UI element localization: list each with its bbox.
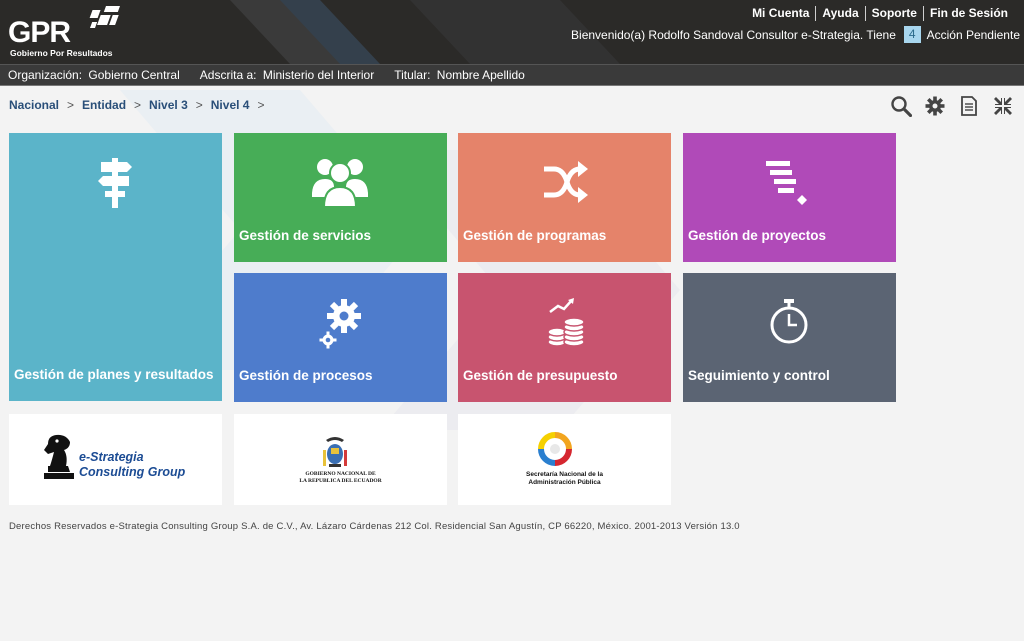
tile-planes[interactable]: Gestión de planes y resultados <box>9 133 222 401</box>
pending-count-badge[interactable]: 4 <box>903 26 921 43</box>
tile-label: Seguimiento y control <box>688 368 830 383</box>
document-icon[interactable] <box>958 95 980 117</box>
adscrita-value: Ministerio del Interior <box>262 68 375 82</box>
search-icon[interactable] <box>890 95 912 117</box>
estrategia-line2: Consulting Group <box>79 465 186 479</box>
estrategia-logo-tile[interactable]: e-Strategia Consulting Group <box>9 414 222 505</box>
toolbar <box>890 95 1014 117</box>
ecuador-government-logo-tile[interactable]: GOBIERNO NACIONAL DE LA REPUBLICA DEL EC… <box>234 414 447 505</box>
org-info: Organización: Gobierno Central <box>8 68 180 82</box>
welcome-text: Bienvenido(a) Rodolfo Sandoval Consultor… <box>571 27 896 42</box>
breadcrumb-nivel4[interactable]: Nivel 4 <box>211 98 250 112</box>
adscrita-label: Adscrita a: <box>199 68 257 82</box>
tile-procesos[interactable]: Gestión de procesos <box>234 273 447 402</box>
tile-label: Gestión de procesos <box>239 368 373 383</box>
titular-label: Titular: <box>394 68 431 82</box>
titular-info: Titular: Nombre Apellido <box>394 68 525 82</box>
estrategia-line1: e-Strategia <box>79 450 144 464</box>
app-header: GPR Gobierno Por Resultados Mi Cuenta Ay… <box>0 0 1024 64</box>
gpr-logo[interactable]: GPR Gobierno Por Resultados <box>8 6 128 58</box>
breadcrumb-separator: > <box>195 98 203 112</box>
breadcrumb-nacional[interactable]: Nacional <box>9 98 59 112</box>
logo-mark-icon <box>89 6 120 28</box>
tile-label: Gestión de planes y resultados <box>14 367 214 382</box>
tile-servicios[interactable]: Gestión de servicios <box>234 133 447 262</box>
logout-link[interactable]: Fin de Sesión <box>922 6 1014 21</box>
signpost-icon <box>98 158 132 208</box>
support-link[interactable]: Soporte <box>864 6 923 21</box>
breadcrumb-entidad[interactable]: Entidad <box>82 98 126 112</box>
chess-knight-icon <box>44 434 74 479</box>
org-label: Organización: <box>8 68 83 82</box>
secretaria-ring-icon <box>538 432 572 466</box>
adscrita-info: Adscrita a: Ministerio del Interior <box>200 68 374 82</box>
logo-subtitle: Gobierno Por Resultados <box>10 48 113 58</box>
footer-copyright: Derechos Reservados e-Strategia Consulti… <box>9 521 740 532</box>
shuffle-icon <box>544 161 588 203</box>
tile-seguimiento[interactable]: Seguimiento y control <box>683 273 896 402</box>
help-link[interactable]: Ayuda <box>815 6 864 21</box>
secretaria-text: Secretaría Nacional de la Administración… <box>498 471 631 487</box>
stopwatch-icon <box>770 299 808 344</box>
gears-icon <box>319 299 361 349</box>
breadcrumb-nivel3[interactable]: Nivel 3 <box>149 98 188 112</box>
tile-label: Gestión de servicios <box>239 228 372 243</box>
collapse-icon[interactable] <box>992 95 1014 117</box>
ecuador-coat-of-arms-icon <box>323 437 347 467</box>
gantt-icon <box>766 161 807 205</box>
breadcrumb: Nacional > Entidad > Nivel 3 > Nivel 4 > <box>9 98 272 112</box>
breadcrumb-separator: > <box>257 98 265 112</box>
org-value: Gobierno Central <box>88 68 180 82</box>
top-links: Mi Cuenta Ayuda Soporte Fin de Sesión <box>746 6 1014 21</box>
secretaria-line2: Administración Pública <box>528 479 601 486</box>
breadcrumb-separator: > <box>67 98 75 112</box>
tile-label: Gestión de proyectos <box>688 228 827 243</box>
organization-bar: Organización: Gobierno Central Adscrita … <box>0 64 1024 86</box>
pending-text: Acción Pendiente <box>926 27 1020 42</box>
logo-text: GPR <box>8 16 71 49</box>
breadcrumb-separator: > <box>134 98 142 112</box>
tile-presupuesto[interactable]: Gestión de presupuesto <box>458 273 671 402</box>
tile-programas[interactable]: Gestión de programas <box>458 133 671 262</box>
gear-icon[interactable] <box>924 95 946 117</box>
secretaria-logo-tile[interactable]: Secretaría Nacional de la Administración… <box>458 414 671 505</box>
secretaria-line1: Secretaría Nacional de la <box>526 471 603 478</box>
welcome-message: Bienvenido(a) Rodolfo Sandoval Consultor… <box>571 26 1020 43</box>
titular-value: Nombre Apellido <box>436 68 525 82</box>
tile-label: Gestión de programas <box>463 228 607 243</box>
users-icon <box>312 159 368 207</box>
my-account-link[interactable]: Mi Cuenta <box>746 6 815 21</box>
tile-label: Gestión de presupuesto <box>463 368 618 383</box>
gobierno-line1: GOBIERNO NACIONAL DE <box>305 471 376 477</box>
ecuador-text: GOBIERNO NACIONAL DE LA REPUBLICA DEL EC… <box>274 471 407 485</box>
tile-proyectos[interactable]: Gestión de proyectos <box>683 133 896 262</box>
estrategia-text: e-Strategia Consulting Group <box>79 450 185 480</box>
coins-icon <box>547 298 585 347</box>
gobierno-line2: LA REPUBLICA DEL ECUADOR <box>299 478 382 484</box>
